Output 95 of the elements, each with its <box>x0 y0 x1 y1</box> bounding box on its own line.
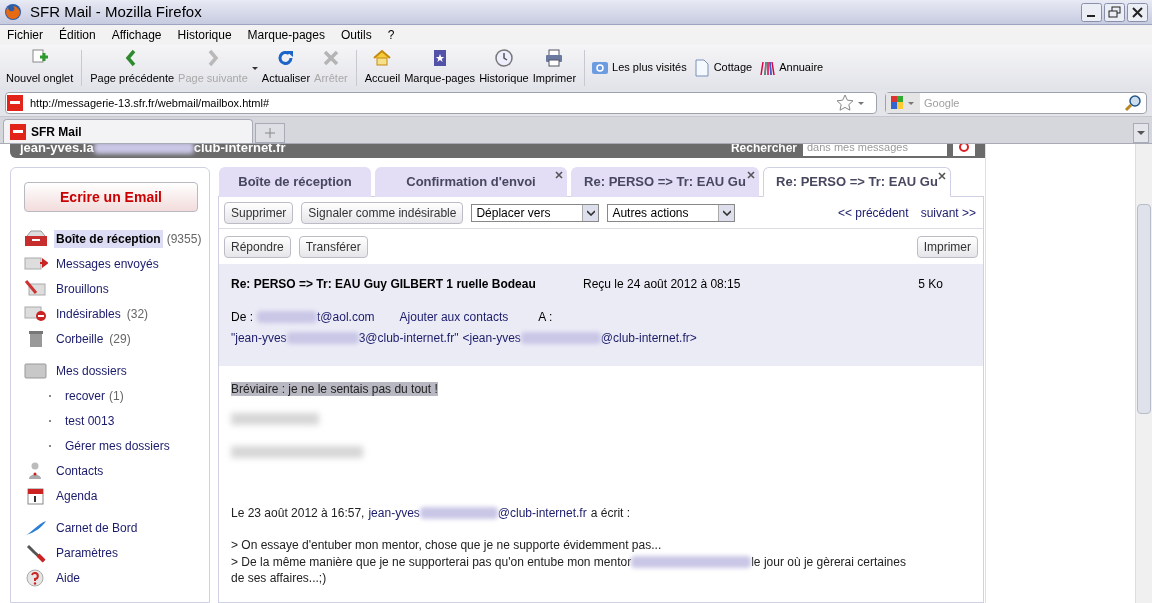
from-label: De : <box>231 309 253 326</box>
quoted-line-end: de ses affaires...;) <box>231 570 328 586</box>
report-spam-button[interactable]: Signaler comme indésirable <box>301 201 464 224</box>
bookmark-button[interactable]: Annuaire <box>758 58 824 77</box>
sender-address: t@aol.com <box>317 309 375 326</box>
folder-link[interactable]: Corbeille (29) <box>54 329 131 348</box>
caret-icon <box>722 209 731 216</box>
firefox-icon <box>4 3 22 21</box>
folder-link[interactable]: Brouillons <box>54 279 111 298</box>
tab-list-arrow-icon[interactable] <box>1137 130 1145 136</box>
quoted-line-end: le jour où je gèrerai certaines <box>751 554 906 570</box>
message-tab[interactable]: Confirmation d'envoi <box>375 167 567 197</box>
window-title: SFR Mail - Mozilla Firefox <box>30 1 202 22</box>
redaction-blur <box>257 311 317 323</box>
message-tab[interactable]: Boîte de réception <box>219 167 371 197</box>
maximize-button[interactable] <box>1104 2 1125 22</box>
subfolder-link[interactable]: test 0013 <box>65 411 115 430</box>
browser-tab[interactable]: SFR Mail <box>3 119 253 143</box>
menu-item[interactable]: Édition <box>59 26 96 44</box>
caret-icon <box>586 209 595 216</box>
close-icon[interactable] <box>1127 2 1148 22</box>
delete-button[interactable]: Supprimer <box>224 201 294 224</box>
received-date: Reçu le 24 août 2012 à 08:15 <box>583 276 741 293</box>
toolbar-button[interactable]: Actualiser <box>259 48 313 87</box>
quote-intro: Le 23 août 2012 à 16:57, <box>231 505 365 522</box>
search-icon <box>957 144 971 154</box>
previous-link[interactable]: << précédent <box>837 203 909 222</box>
message-subject: Re: PERSO => Tr: EAU Guy GILBERT 1 ruelle Bodeau <box>231 276 537 293</box>
folder-link[interactable]: Paramètres <box>54 543 121 562</box>
sfr-logo-icon <box>10 123 26 140</box>
folder-link[interactable]: Agenda <box>54 486 100 505</box>
toolbar-button[interactable]: Nouvel onglet <box>4 48 76 87</box>
toolbar-button[interactable]: Accueil <box>362 48 403 87</box>
forward-button[interactable]: Transférer <box>298 235 368 258</box>
home-icon <box>372 48 393 69</box>
dropdown-select[interactable]: Autres actions <box>607 203 736 222</box>
star-icon[interactable] <box>836 94 854 112</box>
address-bar[interactable]: http://messagerie-13.sfr.fr/webmail/mailbox.html# <box>5 92 877 114</box>
toolbar-button[interactable]: Marque-pages <box>402 48 478 87</box>
menu-item[interactable]: Affichage <box>111 26 162 44</box>
wrench-icon <box>24 542 48 563</box>
search-icon[interactable] <box>1124 94 1142 112</box>
quoted-line: > On essaye d'entuber mon mentor, chose que je ne supporte évidemment pas... <box>231 537 663 554</box>
compose-button[interactable]: Ecrire un Email <box>24 182 198 212</box>
folder-link[interactable]: Messages envoyés <box>54 254 161 273</box>
folder-link[interactable]: Contacts <box>54 461 106 480</box>
menu-item[interactable]: Outils <box>340 26 372 44</box>
to-label: A : <box>538 309 553 326</box>
add-contact-link[interactable]: Ajouter aux contacts <box>399 308 509 326</box>
page-icon <box>692 58 711 77</box>
recipient-address: <jean-yves <box>462 330 521 347</box>
menu-item[interactable]: Marque-pages <box>247 26 325 44</box>
toolbar-button[interactable]: Page précédente <box>88 48 177 87</box>
google-engine-icon[interactable] <box>886 93 920 113</box>
clock-icon <box>493 48 514 69</box>
recipient-address-end: @club-internet.fr> <box>600 330 697 347</box>
subfolder-link[interactable]: Gérer mes dossiers <box>65 436 170 455</box>
folder-link[interactable]: Carnet de Bord <box>54 518 140 537</box>
print-button[interactable]: Imprimer <box>916 235 978 258</box>
highlighted-text: Bréviaire : je ne le sentais pas du tout ! <box>231 382 438 396</box>
message-size: 5 Ko <box>918 276 943 293</box>
subfolder-link[interactable]: recover (1) <box>65 386 124 405</box>
dropdown-select[interactable]: Déplacer vers <box>471 203 600 222</box>
recipient-name: "jean-yves <box>231 330 287 347</box>
scrollbar-thumb[interactable] <box>1137 204 1151 414</box>
next-link[interactable]: suivant >> <box>920 203 976 222</box>
folder-link[interactable]: Indésirables (32) <box>54 304 149 323</box>
menu-item[interactable]: Historique <box>177 26 232 44</box>
toolbar-button[interactable]: Historique <box>477 48 531 87</box>
reply-button[interactable]: Répondre <box>224 235 291 258</box>
close-icon[interactable] <box>938 172 946 180</box>
inbox-tray-icon <box>24 228 48 249</box>
sender-link[interactable]: jean-yves <box>368 504 420 522</box>
printer-icon <box>544 48 565 69</box>
minimize-button[interactable] <box>1081 2 1102 22</box>
message-tab[interactable]: Re: PERSO => Tr: EAU Gu <box>571 167 759 197</box>
bookmark-button[interactable]: Les plus visités <box>591 58 687 77</box>
sender-link-domain[interactable]: @club-internet.fr <box>497 504 587 522</box>
search-label: Rechercher <box>730 144 797 157</box>
folder-link[interactable]: Mes dossiers <box>54 361 129 380</box>
menu-item[interactable]: ? <box>387 26 395 44</box>
quote-wrote: a écrit : <box>590 505 631 522</box>
sfr-logo-icon <box>6 95 24 111</box>
message-tab[interactable]: Re: PERSO => Tr: EAU Gu <box>763 167 951 197</box>
search-button[interactable] <box>953 144 975 156</box>
toolbar-button[interactable]: Imprimer <box>530 48 579 87</box>
menu-item[interactable]: Fichier <box>7 26 43 44</box>
folder-link[interactable]: Aide <box>54 568 83 587</box>
quoted-line: > De la même manière que je ne supporterai pas qu'on entube mon mentor <box>231 554 632 570</box>
envelope-blocked-icon <box>24 303 48 324</box>
plus-icon <box>265 128 275 138</box>
envelope-pencil-icon <box>24 278 48 299</box>
recipient-name-end: 3@club-internet.fr" <box>358 330 459 347</box>
folder-icon <box>24 360 48 381</box>
bookmark-button[interactable]: Cottage <box>692 58 753 77</box>
